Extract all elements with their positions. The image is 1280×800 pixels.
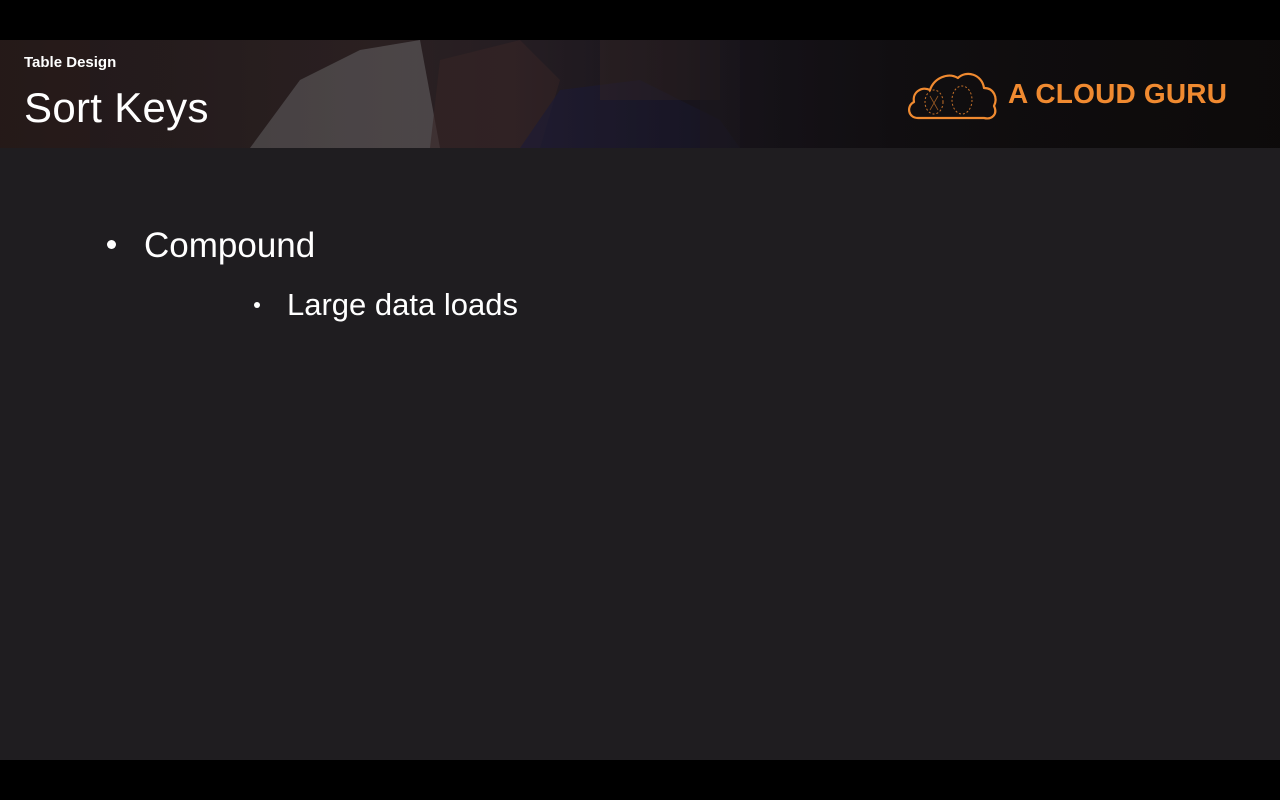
video-frame: Table Design Sort Keys A CLOUD GURU Comp… bbox=[0, 0, 1280, 800]
bullet-dot-icon bbox=[254, 301, 260, 308]
sub-bullet-text: Large data loads bbox=[287, 287, 518, 322]
bullet-list: Compound Large data loads bbox=[0, 40, 1280, 760]
bullet-text: Compound bbox=[144, 226, 316, 265]
sub-bullet-item: Large data loads bbox=[254, 287, 518, 323]
letterbox-bottom bbox=[0, 760, 1280, 800]
bullet-dot-icon bbox=[107, 240, 116, 250]
letterbox-top bbox=[0, 0, 1280, 40]
bullet-item: Compound bbox=[107, 226, 315, 266]
slide: Table Design Sort Keys A CLOUD GURU Comp… bbox=[0, 40, 1280, 760]
